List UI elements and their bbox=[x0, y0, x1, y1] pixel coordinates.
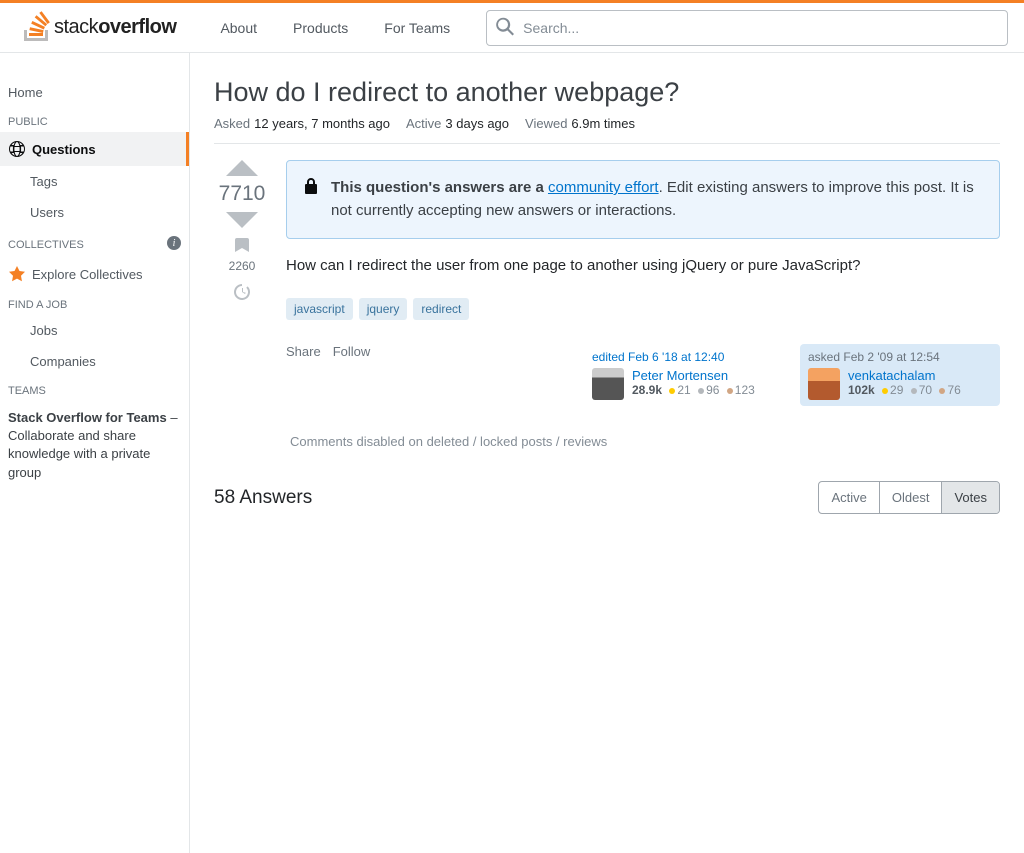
sidebar-tags[interactable]: Tags bbox=[0, 166, 189, 197]
tag-javascript[interactable]: javascript bbox=[286, 298, 353, 320]
question-body-text: How can I redirect the user from one pag… bbox=[286, 257, 1000, 274]
answers-count: 58 Answers bbox=[214, 487, 312, 509]
comments-disabled-text: Comments disabled on deleted / locked po… bbox=[290, 434, 1000, 449]
silver-badge-icon bbox=[911, 388, 917, 394]
topbar: stackoverflow About Products For Teams bbox=[0, 3, 1024, 53]
sort-oldest-tab[interactable]: Oldest bbox=[879, 482, 942, 513]
question-post: 7710 2260 This question's answers are a … bbox=[214, 160, 1000, 449]
nav-products[interactable]: Products bbox=[281, 14, 360, 42]
sidebar-explore-collectives[interactable]: Explore Collectives bbox=[0, 257, 189, 291]
post-body: This question's answers are a community … bbox=[286, 160, 1000, 449]
globe-icon bbox=[8, 140, 26, 158]
svg-text:i: i bbox=[173, 238, 176, 249]
bookmark-button[interactable] bbox=[233, 236, 251, 257]
search-input[interactable] bbox=[486, 10, 1008, 46]
sidebar-users[interactable]: Users bbox=[0, 197, 189, 228]
gold-badge-icon bbox=[669, 388, 675, 394]
asker-name[interactable]: venkatachalam bbox=[848, 368, 961, 383]
sidebar-companies[interactable]: Companies bbox=[0, 346, 189, 377]
edit-time-link[interactable]: edited Feb 6 '18 at 12:40 bbox=[592, 350, 724, 364]
top-nav: About Products For Teams bbox=[208, 14, 462, 42]
sidebar-questions[interactable]: Questions bbox=[0, 132, 189, 166]
community-effort-link[interactable]: community effort bbox=[548, 179, 659, 196]
user-cards: edited Feb 6 '18 at 12:40 Peter Mortense… bbox=[584, 344, 1000, 406]
sidebar-section-findjob: FIND A JOB bbox=[0, 291, 189, 315]
asker-badges: 102k 29 70 76 bbox=[848, 383, 961, 397]
meta-viewed: Viewed6.9m times bbox=[525, 116, 635, 131]
answers-header: 58 Answers Active Oldest Votes bbox=[214, 481, 1000, 514]
sort-votes-tab[interactable]: Votes bbox=[941, 482, 999, 513]
sidebar-questions-label: Questions bbox=[32, 142, 96, 157]
sidebar-home[interactable]: Home bbox=[0, 77, 189, 108]
edit-time: edited Feb 6 '18 at 12:40 bbox=[592, 350, 776, 364]
bookmark-count: 2260 bbox=[229, 259, 256, 273]
star-icon bbox=[8, 265, 26, 283]
logo-icon bbox=[24, 11, 50, 44]
gold-badge-icon bbox=[882, 388, 888, 394]
silver-badge-icon bbox=[698, 388, 704, 394]
tag-list: javascript jquery redirect bbox=[286, 298, 1000, 320]
locked-notice: This question's answers are a community … bbox=[286, 160, 1000, 239]
main-content: How do I redirect to another webpage? As… bbox=[190, 53, 1024, 853]
post-actions: Share Follow bbox=[286, 344, 370, 359]
teams-promo-box: Stack Overflow for Teams – Collaborate a… bbox=[8, 409, 181, 482]
share-link[interactable]: Share bbox=[286, 344, 321, 359]
bronze-badge-icon bbox=[727, 388, 733, 394]
tag-redirect[interactable]: redirect bbox=[413, 298, 469, 320]
asker-card: asked Feb 2 '09 at 12:54 venkatachalam 1… bbox=[800, 344, 1000, 406]
sort-active-tab[interactable]: Active bbox=[819, 482, 878, 513]
follow-link[interactable]: Follow bbox=[333, 344, 371, 359]
editor-name[interactable]: Peter Mortensen bbox=[632, 368, 755, 383]
question-meta: Asked12 years, 7 months ago Active3 days… bbox=[214, 116, 1000, 144]
info-icon[interactable]: i bbox=[167, 236, 181, 253]
question-title: How do I redirect to another webpage? bbox=[214, 77, 1000, 108]
logo[interactable]: stackoverflow bbox=[16, 11, 184, 44]
tag-jquery[interactable]: jquery bbox=[359, 298, 408, 320]
nav-about[interactable]: About bbox=[208, 14, 269, 42]
nav-for-teams[interactable]: For Teams bbox=[372, 14, 462, 42]
editor-card: edited Feb 6 '18 at 12:40 Peter Mortense… bbox=[584, 344, 784, 406]
search-wrap bbox=[486, 10, 1008, 46]
vote-column: 7710 2260 bbox=[214, 160, 270, 449]
bronze-badge-icon bbox=[939, 388, 945, 394]
upvote-button[interactable] bbox=[226, 160, 258, 176]
downvote-button[interactable] bbox=[226, 212, 258, 228]
editor-avatar[interactable] bbox=[592, 368, 624, 400]
sidebar-section-collectives: COLLECTIVES i bbox=[0, 228, 189, 257]
history-button[interactable] bbox=[233, 283, 251, 304]
sidebar-section-public: PUBLIC bbox=[0, 108, 189, 132]
lock-icon bbox=[303, 177, 319, 203]
sidebar-jobs[interactable]: Jobs bbox=[0, 315, 189, 346]
ask-time: asked Feb 2 '09 at 12:54 bbox=[808, 350, 992, 364]
meta-asked: Asked12 years, 7 months ago bbox=[214, 116, 390, 131]
sidebar-explore-label: Explore Collectives bbox=[32, 267, 143, 282]
asker-avatar[interactable] bbox=[808, 368, 840, 400]
meta-active: Active3 days ago bbox=[406, 116, 509, 131]
sidebar-section-teams: TEAMS bbox=[0, 377, 189, 401]
vote-score: 7710 bbox=[219, 182, 266, 206]
search-icon bbox=[496, 17, 514, 38]
answer-sort-tabs: Active Oldest Votes bbox=[818, 481, 1000, 514]
left-sidebar: Home PUBLIC Questions Tags Users COLLECT… bbox=[0, 53, 190, 853]
editor-badges: 28.9k 21 96 123 bbox=[632, 383, 755, 397]
logo-text: stackoverflow bbox=[54, 16, 176, 39]
